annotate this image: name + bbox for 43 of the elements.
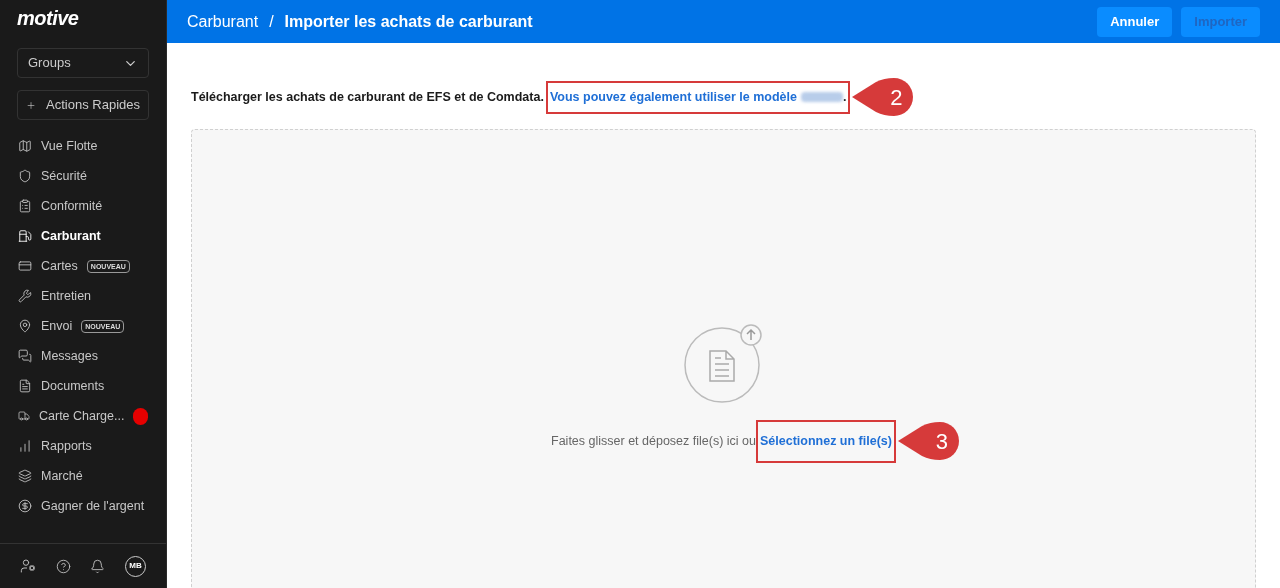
nav-item[interactable]: Marché	[0, 461, 166, 491]
bell-icon[interactable]	[90, 558, 106, 574]
callout-marker: 3	[897, 422, 960, 461]
shield-icon	[18, 169, 32, 183]
nav-item[interactable]: Sécurité	[0, 161, 166, 191]
nav-item[interactable]: Conformité	[0, 191, 166, 221]
nav-item[interactable]: Vue Flotte	[0, 131, 166, 161]
dropzone-text: Faites glisser et déposez file(s) ici ou	[551, 432, 756, 450]
chat-icon	[18, 349, 32, 363]
layers-icon	[18, 469, 32, 483]
user-settings-icon[interactable]	[20, 558, 36, 574]
dropzone[interactable]: Faites glisser et déposez file(s) ici ou Sélectionnez un file(s) 3	[191, 128, 1256, 588]
page-title: Importer les achats de carburant	[284, 11, 533, 32]
callout-marker: 2	[852, 78, 915, 117]
wrench-icon	[18, 289, 32, 303]
card-icon	[18, 259, 32, 273]
period: .	[842, 89, 847, 106]
breadcrumb-link[interactable]: Carburant	[187, 9, 259, 34]
list-icon	[18, 199, 32, 213]
nav-item[interactable]: Entretien	[0, 281, 166, 311]
blurred-word	[800, 92, 843, 103]
intro-text: Télécharger les achats de carburant de EFS et de Comdata.	[191, 89, 544, 106]
select-files-link[interactable]: Sélectionnez un file(s)	[760, 431, 892, 451]
map-pin-icon	[18, 319, 32, 333]
fuel-pump-icon	[18, 229, 32, 243]
nav-item[interactable]: Rapports	[0, 431, 166, 461]
nav-item[interactable]: Carburant	[0, 221, 166, 251]
nav-item[interactable]: Carte Charge...	[0, 401, 166, 431]
groups-select[interactable]: Groups	[17, 48, 149, 78]
nav-item[interactable]: Documents	[0, 371, 166, 401]
truck-icon	[18, 409, 30, 423]
map-icon	[18, 139, 32, 153]
help-icon[interactable]	[55, 558, 71, 574]
nav-item[interactable]: Messages	[0, 341, 166, 371]
document-icon	[18, 379, 32, 393]
dollar-icon	[18, 499, 32, 513]
quick-actions-button[interactable]: Actions Rapides	[17, 90, 149, 120]
document-upload-icon	[683, 321, 764, 404]
template-link[interactable]: Vous pouvez également utiliser le modèle	[549, 88, 797, 107]
bar-chart-icon	[18, 439, 32, 453]
breadcrumb-separator: /	[269, 11, 274, 32]
logo[interactable]: motive	[17, 3, 79, 33]
nav-item[interactable]: Gagner de l'argent	[0, 491, 166, 521]
